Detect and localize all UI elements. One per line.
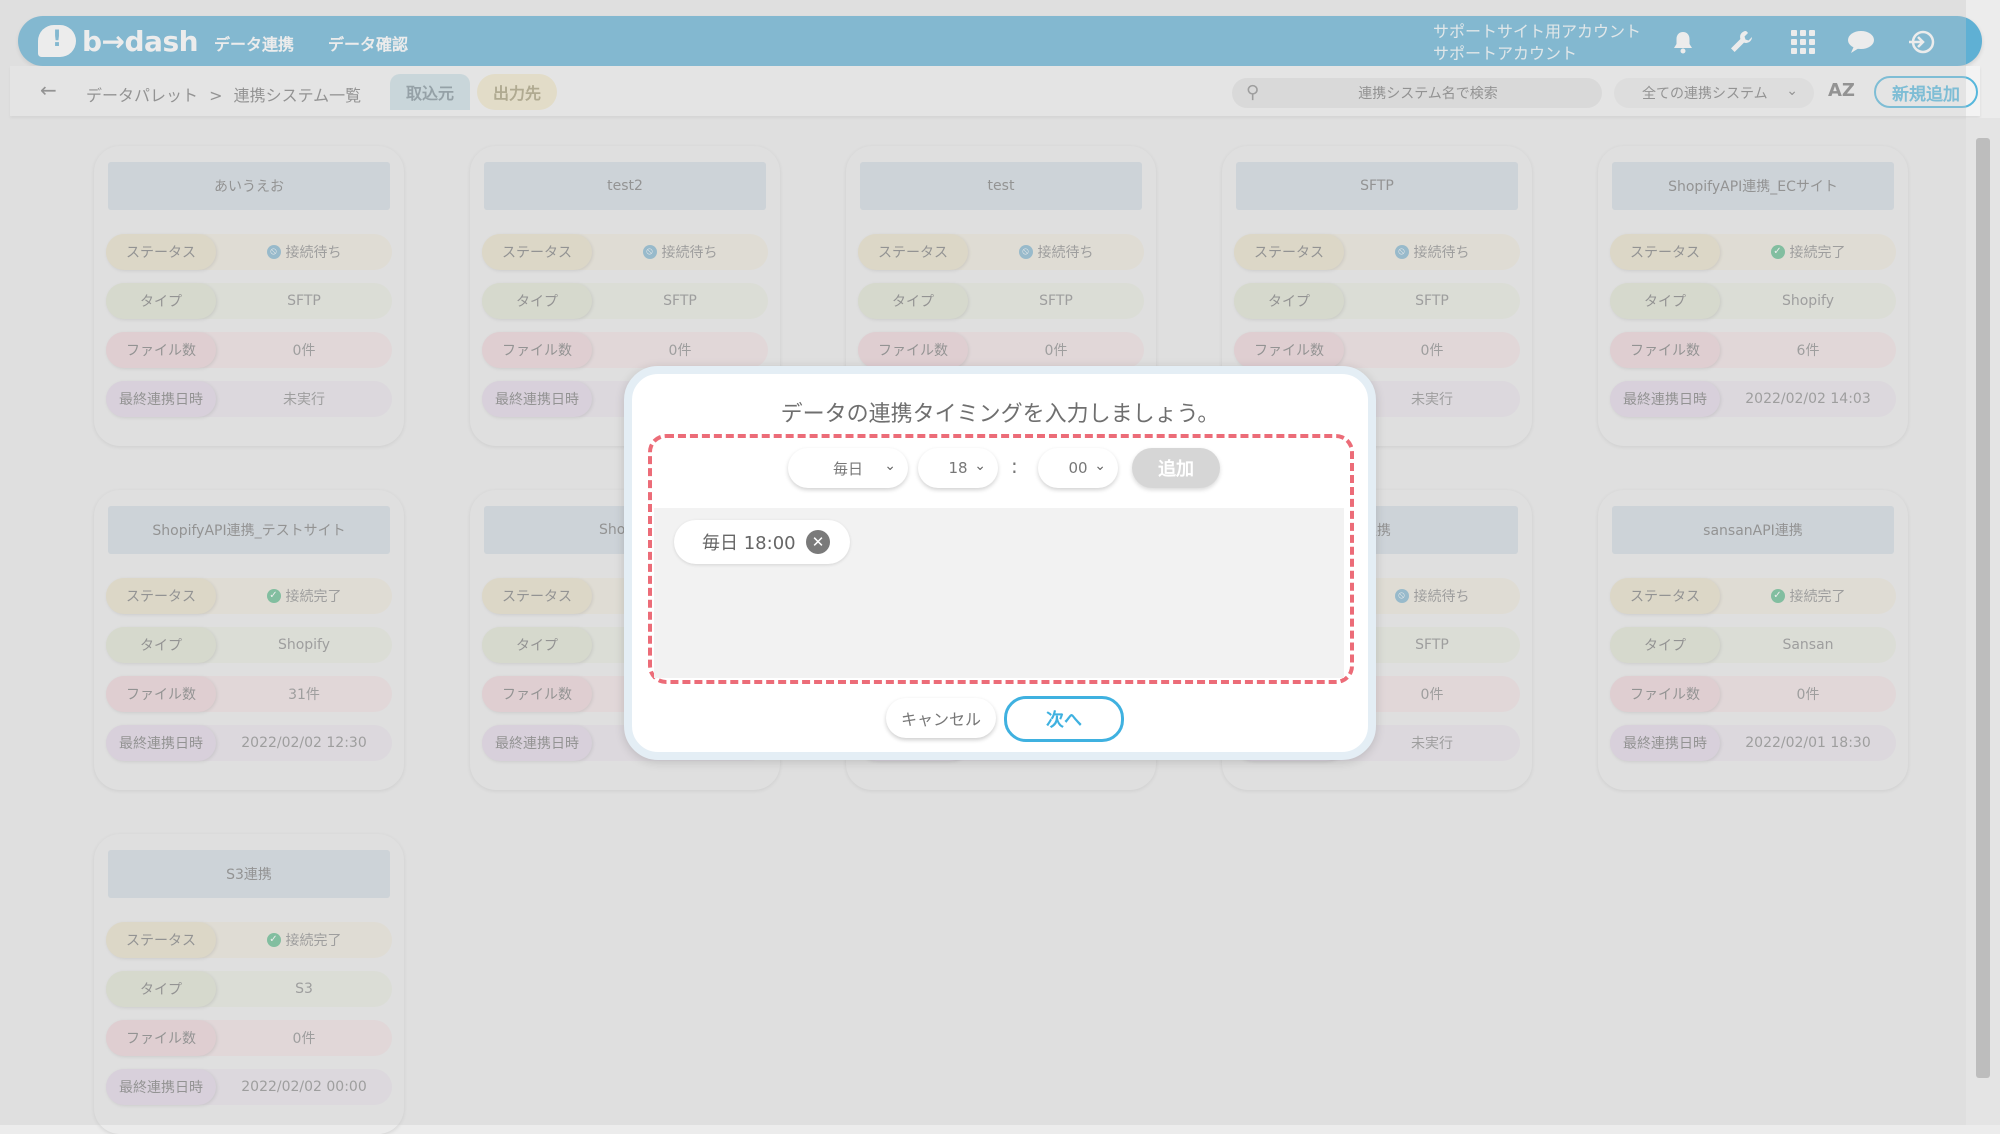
schedule-chip: 毎日 18:00 ✕ [674,520,850,564]
modal-title: データの連携タイミングを入力しましょう。 [780,402,1220,427]
hour-value: 18 [948,459,968,477]
scrollbar-thumb[interactable] [1976,138,1990,1078]
schedule-chip-label: 毎日 18:00 [702,533,796,554]
page-scrollbar[interactable] [1966,118,2000,1125]
schedule-list: 毎日 18:00 ✕ [654,508,1344,678]
minute-select[interactable]: 00 ⌄ [1038,448,1118,488]
hour-select[interactable]: 18 ⌄ [918,448,998,488]
minute-value: 00 [1068,459,1088,477]
chevron-down-icon: ⌄ [884,458,896,474]
chevron-down-icon: ⌄ [1094,458,1106,474]
add-schedule-button[interactable]: 追加 [1132,448,1220,488]
remove-close-icon[interactable]: ✕ [806,530,830,554]
next-button[interactable]: 次へ [1004,696,1124,742]
time-colon: : [1011,454,1018,478]
frequency-value: 毎日 [832,459,863,478]
frequency-select[interactable]: 毎日 ⌄ [788,448,908,488]
chevron-down-icon: ⌄ [974,458,986,474]
cancel-button[interactable]: キャンセル [886,698,996,738]
schedule-modal: データの連携タイミングを入力しましょう。 毎日 ⌄ 18 ⌄ : 00 ⌄ 追加… [624,366,1376,760]
